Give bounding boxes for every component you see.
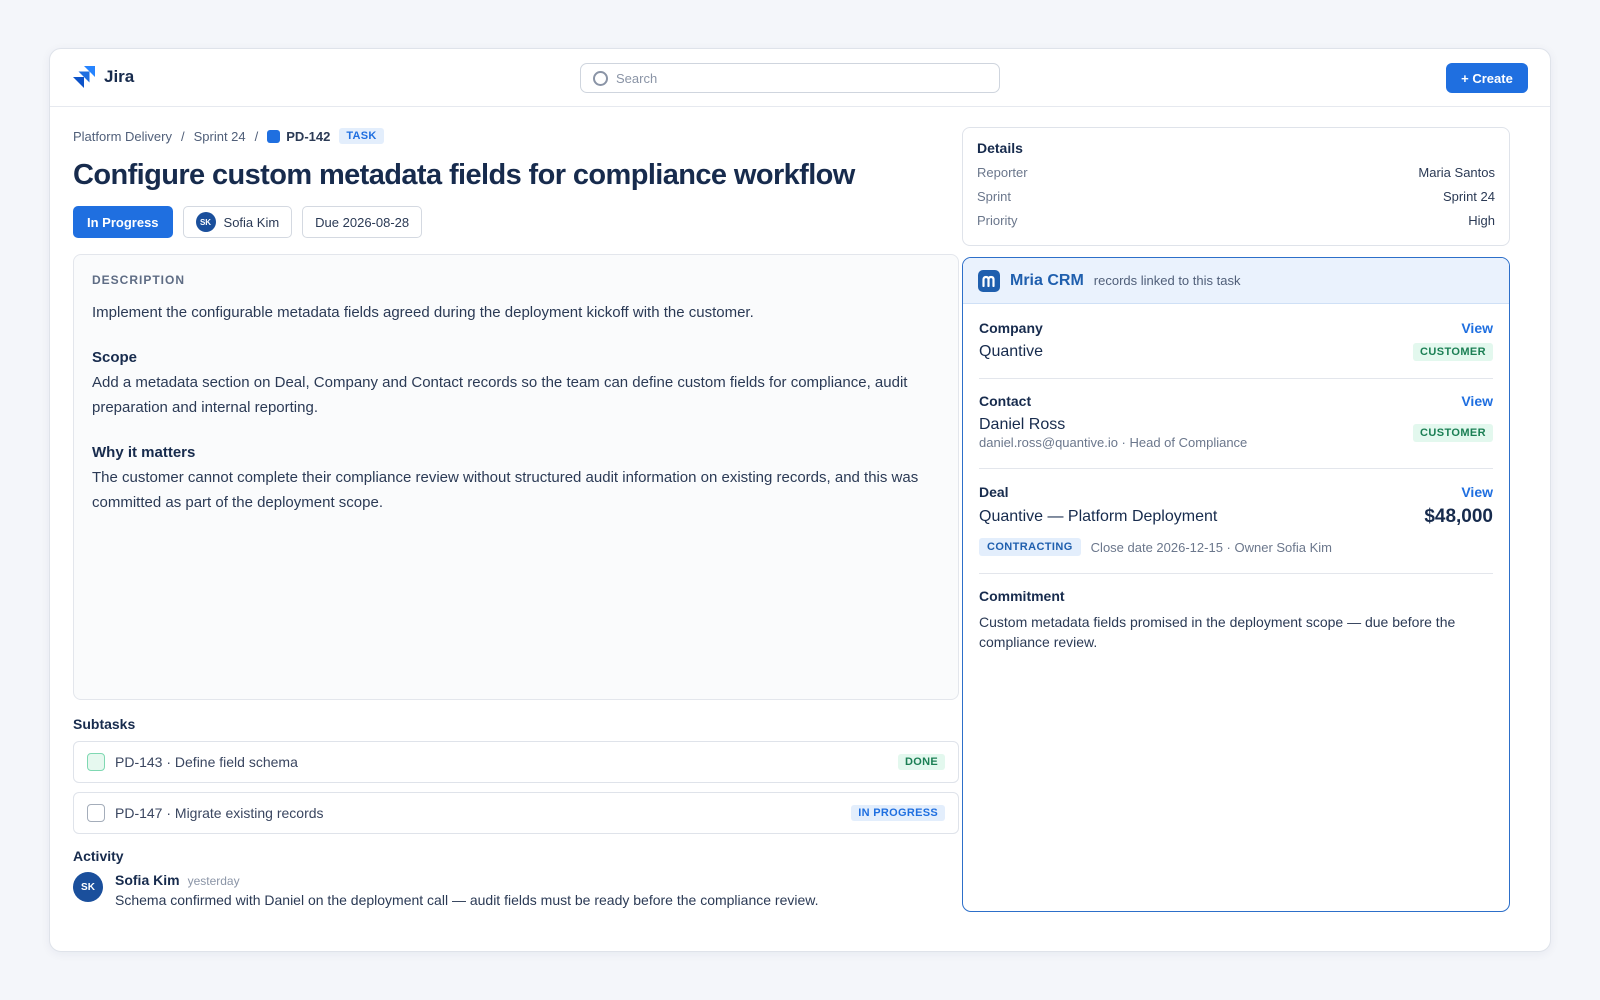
- search-input[interactable]: [616, 70, 976, 86]
- top-bar: Jira + Create: [50, 49, 1550, 107]
- details-value: Maria Santos: [1418, 165, 1495, 180]
- description-panel[interactable]: DESCRIPTION Implement the configurable m…: [73, 254, 959, 700]
- due-date: Due 2026-08-28: [315, 214, 410, 230]
- breadcrumb-separator: /: [254, 128, 259, 144]
- issue-key: PD-142: [286, 128, 331, 144]
- comment-avatar[interactable]: SK: [73, 872, 103, 902]
- deal-stage-badge: CONTRACTING: [979, 538, 1081, 556]
- record-label: Company: [979, 320, 1043, 336]
- record-label: Contact: [979, 393, 1032, 409]
- contact-status-badge: CUSTOMER: [1413, 424, 1493, 442]
- subtasks-title: Subtasks: [73, 716, 136, 732]
- issue-type-badge: TASK: [339, 128, 384, 144]
- details-title: Details: [977, 140, 1023, 156]
- crm-subtitle: records linked to this task: [1093, 273, 1241, 288]
- crm-record-deal: Deal View Quantive — Platform Deployment…: [979, 469, 1493, 574]
- details-value: High: [1468, 213, 1495, 228]
- breadcrumb-issue[interactable]: PD-142: [267, 129, 330, 144]
- search-icon: [593, 70, 608, 86]
- details-value: Sprint 24: [1442, 189, 1495, 204]
- create-button[interactable]: + Create: [1446, 63, 1528, 93]
- why-text: The customer cannot complete their compl…: [92, 469, 919, 511]
- issue-title[interactable]: Configure custom metadata fields for com…: [73, 159, 959, 192]
- app-window: Jira + Create Platform Delivery / Sprint…: [49, 48, 1551, 952]
- subtask-item[interactable]: PD-143 · Define field schema DONE: [73, 741, 959, 783]
- jira-logo[interactable]: Jira: [72, 65, 134, 89]
- record-label: Commitment: [979, 588, 1065, 604]
- details-row-priority[interactable]: Priority High: [977, 213, 1495, 228]
- crm-record-contact: Contact View Daniel Ross daniel.ross@qua…: [979, 379, 1493, 469]
- activity-title: Activity: [73, 848, 124, 864]
- subtask-checkbox[interactable]: [87, 804, 105, 822]
- contact-name[interactable]: Daniel Ross: [979, 416, 1247, 434]
- app-name: Jira: [104, 67, 135, 86]
- crm-record-commitment: Commitment Custom metadata fields promis…: [979, 574, 1493, 652]
- comment-time: yesterday: [187, 874, 240, 888]
- view-company-link[interactable]: View: [1461, 320, 1493, 336]
- contact-detail: daniel.ross@quantive.io · Head of Compli…: [979, 435, 1248, 450]
- details-row-reporter[interactable]: Reporter Maria Santos: [977, 165, 1495, 180]
- breadcrumb-project[interactable]: Platform Delivery: [73, 129, 172, 144]
- description-intro: Implement the configurable metadata fiel…: [92, 304, 754, 321]
- company-status-badge: CUSTOMER: [1413, 343, 1493, 361]
- subtask-status-badge: DONE: [898, 754, 945, 770]
- details-label: Reporter: [977, 165, 1028, 180]
- crm-name: Mria CRM: [1010, 271, 1084, 289]
- crm-header: Mria CRM records linked to this task: [963, 258, 1509, 304]
- task-type-icon: [267, 129, 281, 143]
- details-label: Priority: [977, 213, 1018, 228]
- commitment-text: Custom metadata fields promised in the d…: [979, 614, 1456, 650]
- company-name[interactable]: Quantive: [979, 343, 1043, 361]
- breadcrumb-sprint[interactable]: Sprint 24: [194, 129, 246, 144]
- assignee-chip[interactable]: SK Sofia Kim: [182, 206, 293, 238]
- view-deal-link[interactable]: View: [1461, 484, 1493, 500]
- view-contact-link[interactable]: View: [1461, 393, 1493, 409]
- subtask-item[interactable]: PD-147 · Migrate existing records IN PRO…: [73, 792, 959, 834]
- due-date-chip[interactable]: Due 2026-08-28: [302, 206, 423, 238]
- subtask-status-badge: IN PROGRESS: [851, 805, 945, 821]
- breadcrumb-separator: /: [180, 128, 185, 144]
- crm-panel: Mria CRM records linked to this task Com…: [962, 257, 1510, 912]
- deal-name[interactable]: Quantive — Platform Deployment: [979, 508, 1217, 526]
- details-label: Sprint: [977, 189, 1011, 204]
- activity-section: Activity SK Sofia Kim yesterday Schema c…: [73, 848, 959, 908]
- assignee-avatar: SK: [195, 212, 216, 232]
- issue-sidebar: Details Reporter Maria Santos Sprint Spr…: [962, 127, 1510, 912]
- why-heading: Why it matters: [92, 444, 196, 461]
- issue-main: Platform Delivery / Sprint 24 / PD-142 T…: [73, 127, 959, 908]
- assignee-name: Sofia Kim: [223, 214, 280, 230]
- record-label: Deal: [979, 484, 1009, 500]
- crm-record-company: Company View Quantive CUSTOMER: [979, 304, 1493, 379]
- subtasks-section: Subtasks PD-143 · Define field schema DO…: [73, 716, 959, 834]
- search-box[interactable]: [580, 63, 1000, 93]
- status-button[interactable]: In Progress: [73, 206, 173, 238]
- subtask-checkbox[interactable]: [87, 753, 105, 771]
- description-label: DESCRIPTION: [92, 273, 186, 287]
- subtask-label: PD-143 · Define field schema: [115, 754, 298, 770]
- crm-logo-icon: [978, 269, 1000, 292]
- jira-logo-icon: [73, 66, 95, 88]
- breadcrumb: Platform Delivery / Sprint 24 / PD-142 T…: [73, 127, 959, 145]
- details-panel: Details Reporter Maria Santos Sprint Spr…: [962, 127, 1510, 246]
- scope-text: Add a metadata section on Deal, Company …: [92, 374, 908, 416]
- deal-meta: Close date 2026-12-15 · Owner Sofia Kim: [1090, 539, 1333, 555]
- scope-heading: Scope: [92, 349, 138, 366]
- details-row-sprint[interactable]: Sprint Sprint 24: [977, 189, 1495, 204]
- deal-amount: $48,000: [1424, 506, 1493, 527]
- comment: SK Sofia Kim yesterday Schema confirmed …: [73, 872, 959, 908]
- comment-text: Schema confirmed with Daniel on the depl…: [115, 892, 819, 908]
- crm-records: Company View Quantive CUSTOMER Contact V…: [963, 304, 1509, 652]
- issue-meta: In Progress SK Sofia Kim Due 2026-08-28: [73, 206, 959, 238]
- comment-author[interactable]: Sofia Kim: [115, 872, 180, 888]
- subtask-label: PD-147 · Migrate existing records: [115, 805, 324, 821]
